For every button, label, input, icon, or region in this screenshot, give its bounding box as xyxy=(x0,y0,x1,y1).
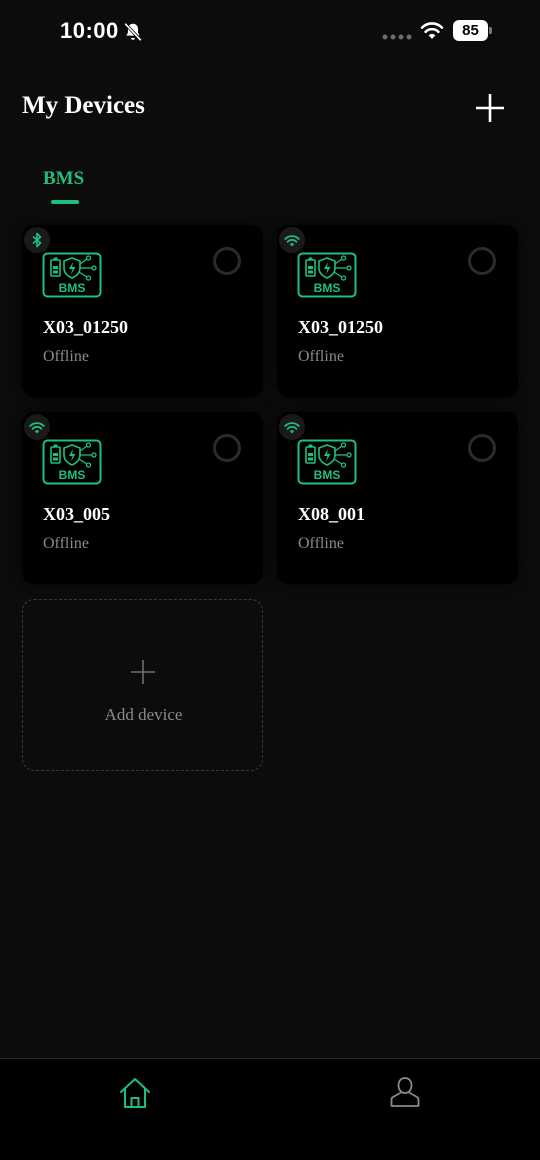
profile-icon[interactable] xyxy=(389,1075,421,1109)
bell-slash-icon xyxy=(124,22,142,42)
connection-badge xyxy=(24,227,50,253)
bms-device-icon: BMS xyxy=(297,252,357,298)
wifi-icon xyxy=(284,234,300,246)
home-icon[interactable] xyxy=(117,1075,153,1111)
device-card[interactable]: BMS X03_005 Offline xyxy=(22,412,263,584)
select-radio[interactable] xyxy=(213,434,241,462)
wifi-icon xyxy=(284,421,300,433)
battery-tip xyxy=(489,27,492,34)
page-title: My Devices xyxy=(22,92,145,119)
device-status: Offline xyxy=(43,535,89,552)
battery-icon: 85 xyxy=(453,20,488,41)
add-device-label: Add device xyxy=(104,705,183,724)
status-bar: 10:00 85 xyxy=(0,0,540,62)
bms-icon-text: BMS xyxy=(59,281,86,295)
device-status: Offline xyxy=(298,348,344,365)
select-radio[interactable] xyxy=(468,247,496,275)
bms-device-icon: BMS xyxy=(42,252,102,298)
bms-icon-text: BMS xyxy=(59,468,86,482)
bluetooth-icon xyxy=(32,232,42,248)
device-card[interactable]: BMS X08_001 Offline xyxy=(277,412,518,584)
device-name: X03_01250 xyxy=(298,317,383,337)
bottom-nav xyxy=(0,1058,540,1160)
bms-device-icon: BMS xyxy=(42,439,102,485)
bms-icon-text: BMS xyxy=(314,281,341,295)
connection-badge xyxy=(279,414,305,440)
wifi-icon xyxy=(420,22,444,39)
connection-badge xyxy=(24,414,50,440)
bms-icon-text: BMS xyxy=(314,468,341,482)
plus-icon xyxy=(131,660,155,684)
status-time: 10:00 xyxy=(60,18,119,43)
device-card[interactable]: BMS X03_01250 Offline xyxy=(22,225,263,397)
device-name: X03_01250 xyxy=(43,317,128,337)
device-name: X08_001 xyxy=(298,504,365,524)
device-status: Offline xyxy=(298,535,344,552)
connection-badge xyxy=(279,227,305,253)
device-name: X03_005 xyxy=(43,504,110,524)
device-status: Offline xyxy=(43,348,89,365)
add-device-card[interactable]: Add device xyxy=(22,599,263,771)
select-radio[interactable] xyxy=(213,247,241,275)
signal-dots-icon xyxy=(382,34,412,40)
select-radio[interactable] xyxy=(468,434,496,462)
bms-device-icon: BMS xyxy=(297,439,357,485)
tab-active-indicator xyxy=(51,200,79,204)
plus-icon[interactable] xyxy=(472,90,508,126)
wifi-icon xyxy=(29,421,45,433)
tab-bms[interactable]: BMS xyxy=(43,168,84,190)
device-card[interactable]: BMS X03_01250 Offline xyxy=(277,225,518,397)
